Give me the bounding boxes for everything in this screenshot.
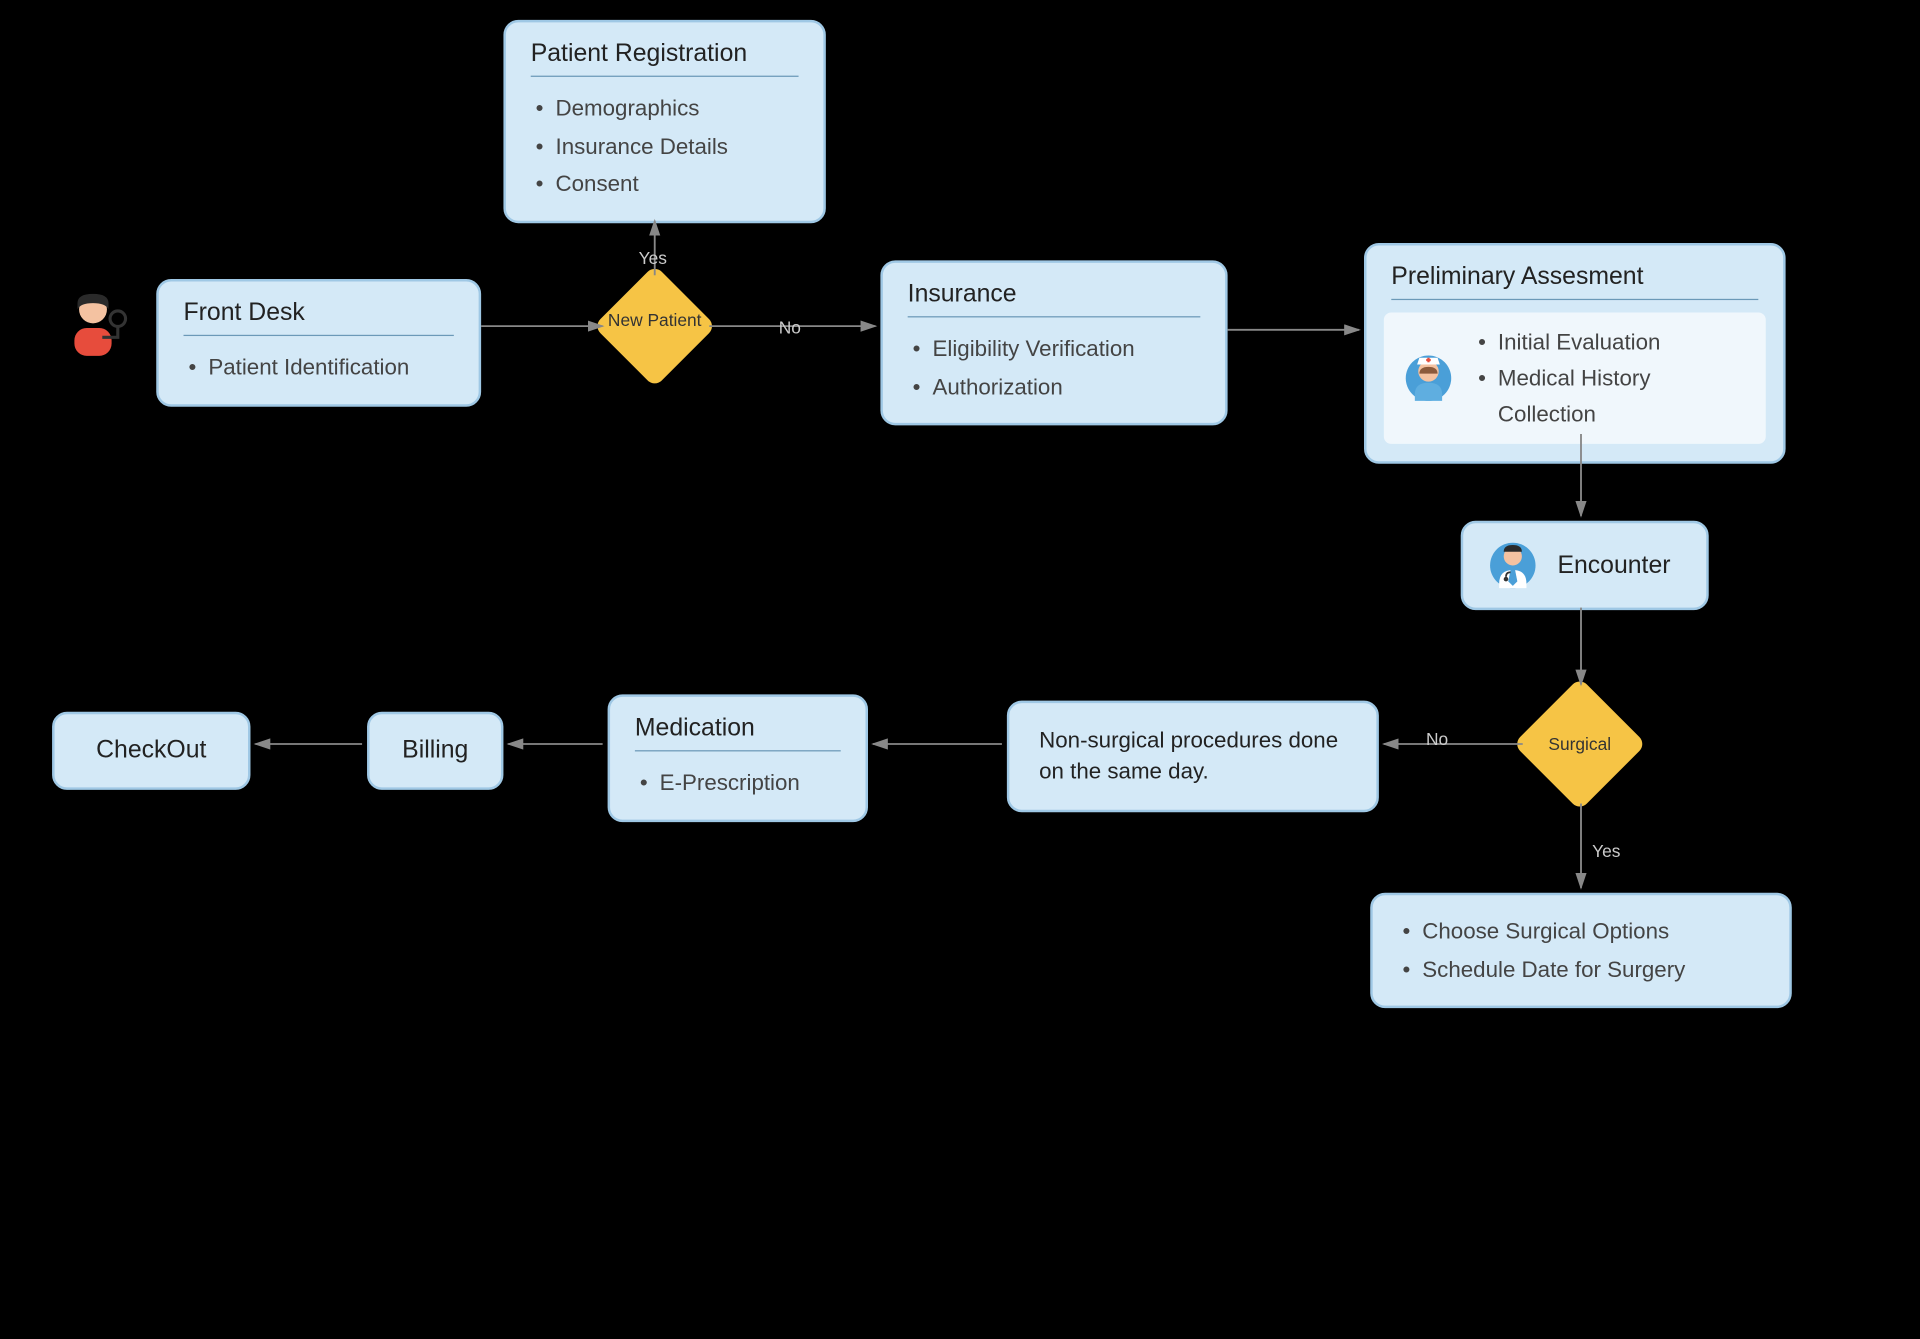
assessment-title: Preliminary Assesment — [1391, 263, 1758, 300]
yes-label-1: Yes — [639, 248, 667, 268]
registration-item-0: Demographics — [536, 89, 799, 127]
insurance-node: Insurance Eligibility Verification Autho… — [880, 260, 1227, 425]
encounter-node: Encounter — [1461, 521, 1709, 610]
assessment-item-0: Initial Evaluation — [1478, 325, 1748, 361]
surgical-decision — [1513, 677, 1646, 810]
medication-item-0: E-Prescription — [640, 764, 841, 802]
medication-title: Medication — [635, 714, 841, 751]
checkout-label: CheckOut — [96, 737, 206, 766]
yes-label-2: Yes — [1592, 841, 1620, 861]
patient-icon — [62, 288, 136, 362]
no-label-2: No — [1426, 729, 1448, 749]
medication-node: Medication E-Prescription — [608, 694, 868, 821]
encounter-label: Encounter — [1557, 551, 1670, 580]
no-label-1: No — [779, 317, 801, 337]
insurance-title: Insurance — [908, 280, 1201, 317]
assessment-item-1: Medical History Collection — [1478, 361, 1748, 432]
new-patient-decision — [593, 265, 716, 388]
surgical-item-1: Schedule Date for Surgery — [1402, 951, 1764, 989]
front-desk-title: Front Desk — [184, 299, 454, 336]
insurance-item-0: Eligibility Verification — [913, 330, 1201, 368]
registration-node: Patient Registration Demographics Insura… — [503, 20, 825, 223]
front-desk-node: Front Desk Patient Identification — [156, 279, 481, 406]
registration-title: Patient Registration — [531, 40, 799, 77]
billing-node: Billing — [367, 712, 503, 790]
nurse-icon — [1401, 351, 1456, 406]
billing-label: Billing — [402, 737, 468, 766]
doctor-icon — [1486, 538, 1541, 593]
nonsurgical-node: Non-surgical procedures done on the same… — [1007, 701, 1379, 813]
surgical-item-0: Choose Surgical Options — [1402, 913, 1764, 951]
checkout-node: CheckOut — [52, 712, 250, 790]
surgical-options-node: Choose Surgical Options Schedule Date fo… — [1370, 893, 1792, 1009]
assessment-node: Preliminary Assesment Initial Evaluation… — [1364, 243, 1786, 464]
nonsurgical-text: Non-surgical procedures done on the same… — [1039, 725, 1347, 787]
insurance-item-1: Authorization — [913, 368, 1201, 406]
registration-item-1: Insurance Details — [536, 127, 799, 165]
front-desk-item: Patient Identification — [188, 348, 453, 386]
registration-item-2: Consent — [536, 165, 799, 203]
